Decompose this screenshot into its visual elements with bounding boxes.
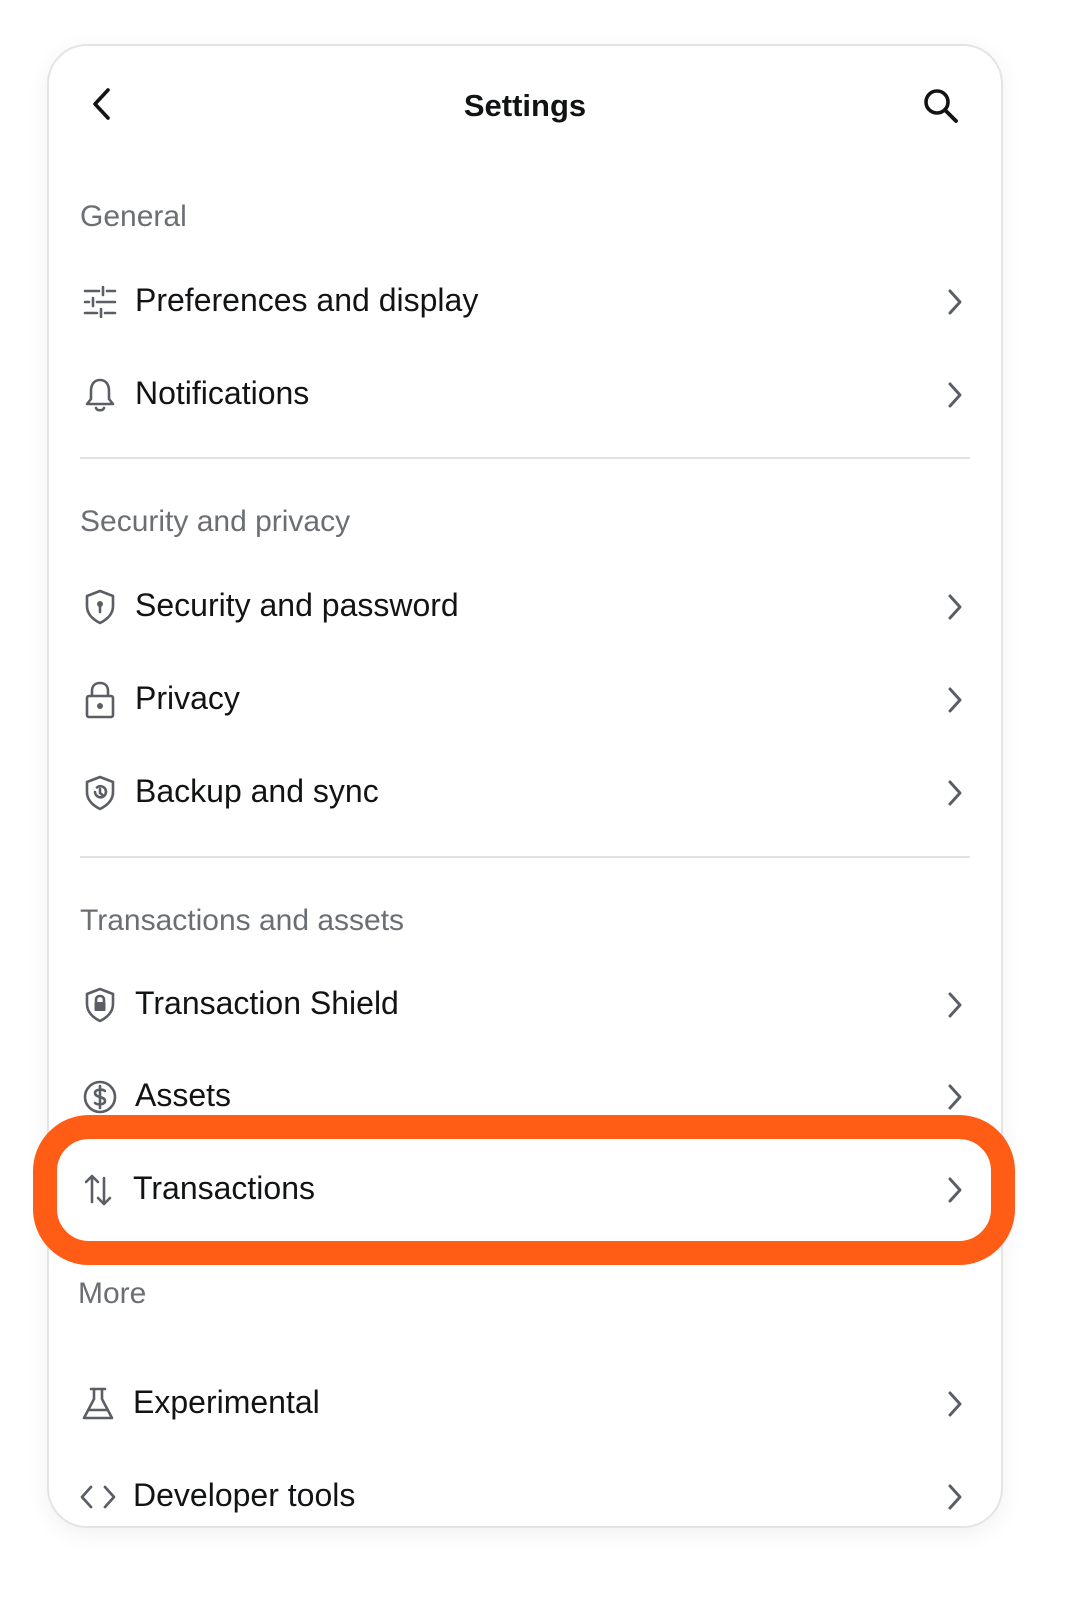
settings-item-label: Experimental	[133, 1384, 320, 1420]
chevron-right-icon	[939, 286, 971, 318]
settings-item-security-password[interactable]: Security and password	[49, 561, 1001, 653]
settings-item-developer-tools[interactable]: Developer tools	[47, 1451, 1001, 1522]
settings-item-transactions[interactable]: Transactions	[47, 1144, 1001, 1236]
chevron-right-icon	[939, 1081, 971, 1113]
more-section: More Experimental Developer tools	[47, 1267, 1001, 1522]
search-button[interactable]	[917, 82, 965, 130]
chevron-right-icon	[939, 1174, 971, 1206]
settings-item-transaction-shield[interactable]: Transaction Shield	[49, 959, 1001, 1051]
settings-item-label: Notifications	[135, 375, 310, 411]
page-title: Settings	[463, 88, 587, 123]
dollar-circle-icon	[80, 1077, 120, 1117]
settings-item-label: Security and password	[135, 587, 459, 623]
bell-icon	[80, 375, 120, 415]
divider	[80, 457, 970, 459]
arrows-swap-icon	[78, 1170, 118, 1210]
search-icon	[921, 86, 961, 126]
settings-item-label: Transactions	[133, 1170, 315, 1206]
settings-item-label: Preferences and display	[135, 282, 479, 318]
chevron-right-icon	[939, 379, 971, 411]
chevron-right-icon	[939, 777, 971, 809]
section-label-more: More	[78, 1277, 147, 1310]
settings-item-label: Transaction Shield	[135, 985, 399, 1021]
section-label-transactions: Transactions and assets	[80, 904, 405, 937]
section-label-general: General	[80, 200, 187, 233]
settings-item-experimental[interactable]: Experimental	[47, 1358, 1001, 1450]
header: Settings	[49, 46, 1001, 170]
settings-item-preferences[interactable]: Preferences and display	[49, 256, 1001, 348]
chevron-right-icon	[939, 1481, 971, 1513]
section-label-security: Security and privacy	[80, 505, 351, 538]
chevron-right-icon	[939, 1388, 971, 1420]
shield-lock-icon	[80, 985, 120, 1025]
chevron-right-icon	[939, 684, 971, 716]
settings-item-label: Assets	[135, 1077, 232, 1113]
divider	[80, 856, 970, 858]
chevron-right-icon	[939, 989, 971, 1021]
chevron-right-icon	[939, 591, 971, 623]
settings-item-backup-sync[interactable]: Backup and sync	[49, 747, 1001, 839]
settings-item-label: Privacy	[135, 680, 240, 716]
settings-item-label: Developer tools	[133, 1477, 356, 1513]
shield-sync-icon	[80, 773, 120, 813]
shield-icon	[80, 587, 120, 627]
flask-icon	[78, 1384, 118, 1424]
code-icon	[78, 1477, 118, 1517]
settings-item-privacy[interactable]: Privacy	[49, 654, 1001, 746]
settings-item-notifications[interactable]: Notifications	[49, 349, 1001, 441]
settings-item-label: Backup and sync	[135, 773, 379, 809]
lock-icon	[80, 680, 120, 720]
sliders-icon	[80, 282, 120, 322]
